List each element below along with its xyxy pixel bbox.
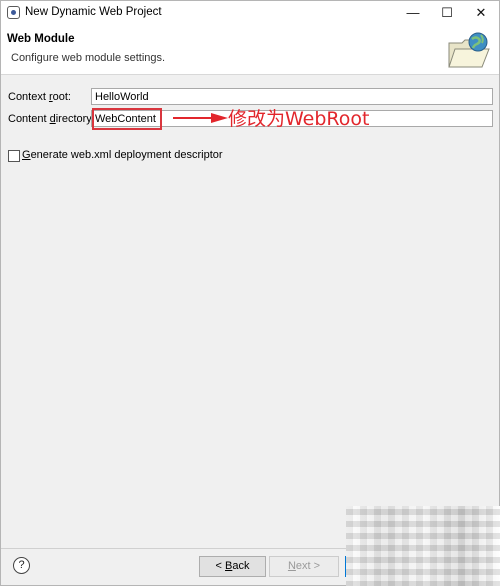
wizard-folder-globe-icon [448, 32, 490, 68]
maximize-button[interactable]: ☐ [431, 1, 463, 25]
close-button[interactable]: ✕ [465, 1, 497, 25]
watermark-blur-region [346, 506, 500, 586]
dialog-window: New Dynamic Web Project — ☐ ✕ Web Module… [0, 0, 500, 586]
window-title: New Dynamic Web Project [25, 6, 162, 18]
title-bar[interactable]: New Dynamic Web Project — ☐ ✕ [1, 1, 499, 25]
context-root-input[interactable]: HelloWorld [91, 88, 493, 105]
annotation-arrow-icon [173, 113, 228, 123]
context-root-label: Context root: [8, 91, 71, 103]
annotation-text: 修改为WebRoot [228, 108, 370, 130]
help-icon[interactable]: ? [13, 557, 30, 574]
annotation-highlight-box [92, 108, 162, 130]
page-description: Configure web module settings. [11, 52, 166, 64]
generate-descriptor-checkbox[interactable] [8, 150, 20, 162]
generate-descriptor-label[interactable]: Generate web.xml deployment descriptor [22, 149, 223, 161]
back-button[interactable]: < Back [199, 556, 266, 577]
minimize-button[interactable]: — [397, 1, 429, 25]
page-title: Web Module [7, 33, 75, 45]
eclipse-app-icon [7, 6, 20, 19]
wizard-header: Web Module Configure web module settings… [1, 25, 499, 75]
content-directory-label: Content directory: [8, 113, 95, 125]
next-button[interactable]: Next > [269, 556, 339, 577]
